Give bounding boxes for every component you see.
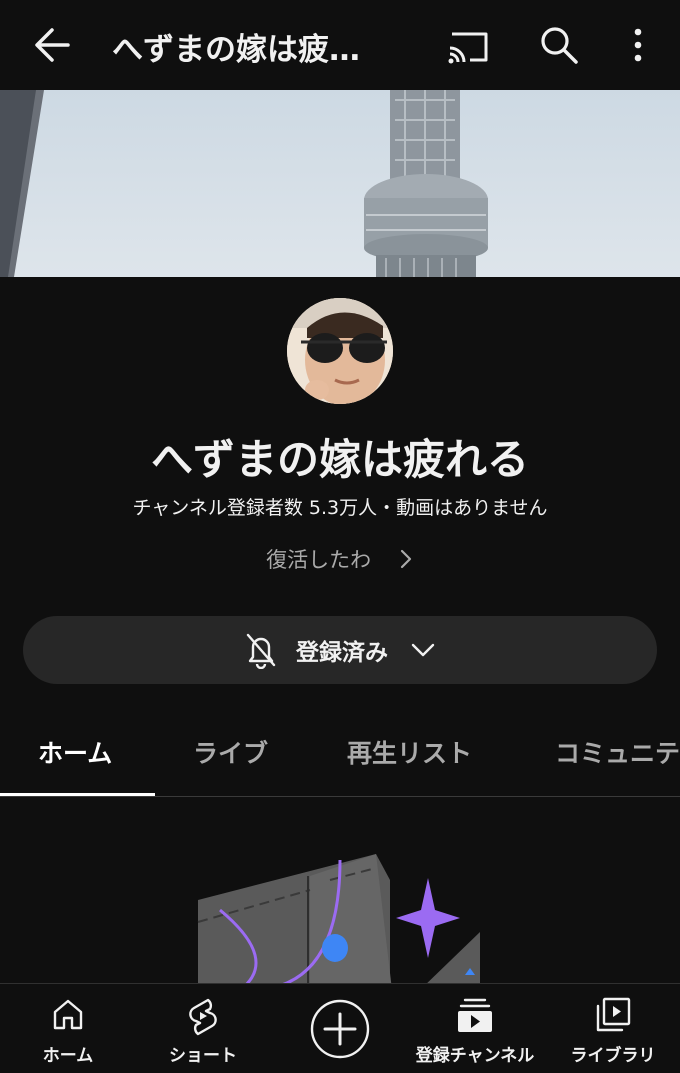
search-icon[interactable] <box>536 22 582 68</box>
nav-library[interactable]: ライブラリ <box>560 984 666 1073</box>
tab-home[interactable]: ホーム <box>38 734 112 770</box>
channel-avatar[interactable] <box>287 298 393 404</box>
banner-image <box>0 90 680 277</box>
subscriptions-icon <box>458 998 492 1032</box>
channel-description[interactable]: 復活したわ <box>0 544 680 574</box>
channel-banner <box>0 90 680 277</box>
bell-off-icon <box>246 633 276 669</box>
channel-meta: チャンネル登録者数 5.3万人・動画はありません <box>132 497 548 519</box>
library-icon <box>596 997 631 1032</box>
subscribed-button[interactable]: 登録済み <box>23 616 657 684</box>
channel-tabs: ホーム ライブ 再生リスト コミュニテ <box>0 712 680 797</box>
tab-live[interactable]: ライブ <box>193 734 268 770</box>
top-app-bar: へずまの嫁は疲… <box>0 0 680 90</box>
home-icon <box>53 999 83 1030</box>
nav-subscriptions-label: 登録チャンネル <box>415 1046 535 1066</box>
chevron-down-icon <box>411 643 435 657</box>
more-vertical-icon[interactable] <box>620 22 656 68</box>
nav-shorts-label: ショート <box>169 1046 237 1066</box>
chevron-right-icon <box>400 549 411 569</box>
active-tab-indicator <box>0 793 155 796</box>
shorts-icon <box>189 998 217 1036</box>
description-text: 復活したわ <box>266 548 372 572</box>
channel-name: へずまの嫁は疲れる <box>150 435 529 484</box>
tab-community[interactable]: コミュニテ <box>555 734 680 770</box>
create-plus-icon <box>310 999 370 1059</box>
empty-state-illustration <box>180 840 500 990</box>
bottom-navigation: ホーム ショート 登録チャンネル ライブラリ <box>0 983 680 1073</box>
avatar-image <box>287 298 393 404</box>
cast-icon[interactable] <box>444 24 494 68</box>
nav-home-label: ホーム <box>42 1046 94 1066</box>
nav-create[interactable] <box>300 984 380 1073</box>
channel-title: へずまの嫁は疲… <box>112 32 360 68</box>
arrow-left-icon[interactable] <box>28 22 78 68</box>
subscribed-label: 登録済み <box>296 640 388 666</box>
nav-home[interactable]: ホーム <box>18 984 118 1073</box>
tab-playlists[interactable]: 再生リスト <box>347 734 472 770</box>
nav-shorts[interactable]: ショート <box>148 984 258 1073</box>
nav-library-label: ライブラリ <box>570 1046 656 1066</box>
nav-subscriptions[interactable]: 登録チャンネル <box>405 984 545 1073</box>
